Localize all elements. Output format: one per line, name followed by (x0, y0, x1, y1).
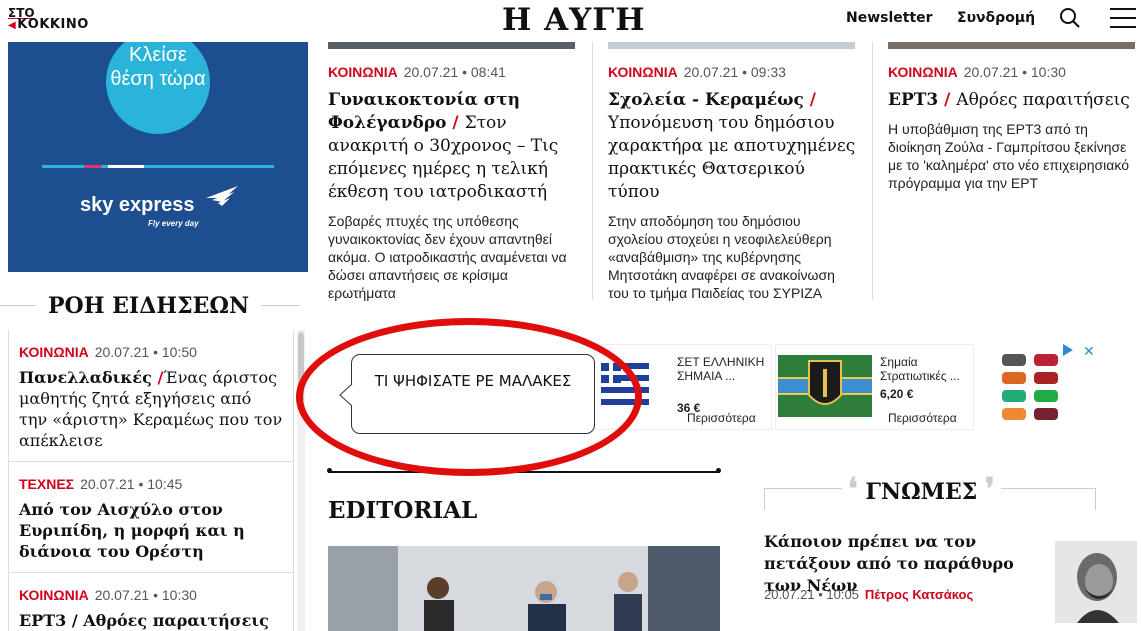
feed-item-datetime: 20.07.21 • 10:45 (80, 476, 183, 492)
subscription-link[interactable]: Συνδρομή (957, 10, 1035, 26)
article-meta: ΚΟΙΝΩΝΙΑ 20.07.21 • 09:33 (608, 64, 858, 80)
ad-tagline: Fly every day (148, 219, 199, 228)
close-quote-icon: ❜ (985, 472, 995, 507)
author-avatar[interactable] (1055, 541, 1137, 623)
feed-item[interactable]: ΚΟΙΝΩΝΙΑ 20.07.21 • 10:50 Πανελλαδικές /Έ… (9, 330, 293, 462)
article-category[interactable]: ΚΟΙΝΩΝΙΑ (888, 64, 958, 80)
feed-item-category[interactable]: ΚΟΙΝΩΝΙΑ (19, 344, 89, 360)
article-datetime: 20.07.21 • 10:30 (963, 64, 1066, 80)
feed-item-datetime: 20.07.21 • 10:30 (94, 587, 197, 603)
military-flag-image (778, 355, 872, 417)
article-lead: Σοβαρές πτυχές της υπόθεσης γυναικοκτονί… (328, 213, 567, 301)
product-ad-card[interactable]: Σημαία Στρατιωτικές ... 6,20 € Περισσότε… (775, 344, 974, 430)
close-icon[interactable]: ✕ (1083, 344, 1095, 360)
article-title: Σχολεία - Κεραμέως (608, 90, 804, 110)
ad-stripe (42, 165, 274, 168)
annotation-callout: ΤΙ ΨΗΦΙΣΑΤΕ ΡΕ ΜΑΛΑΚΕΣ (351, 354, 595, 434)
opinion-meta: 20.07.21 • 10:05 Πέτρος Κατσάκος (764, 587, 973, 602)
product-more-link[interactable]: Περισσότερα (687, 411, 756, 425)
feed-item[interactable]: ΚΟΙΝΩΝΙΑ 20.07.21 • 10:30 ΕΡΤ3 / Αθρόες π… (9, 573, 293, 631)
sto-kokkino-logo[interactable]: ΣΤΟ ◀ΚΟΚΚΙΝΟ (8, 7, 89, 32)
opinion-datetime: 20.07.21 • 10:05 (764, 587, 859, 602)
callout-tail (339, 384, 353, 406)
feed-item-headline[interactable]: Πανελλαδικές /Ένας άριστος μαθητής ζητά … (19, 367, 283, 451)
product-more-link[interactable]: Περισσότερα (888, 411, 957, 425)
article-title: ΕΡΤ3 (888, 90, 939, 110)
opinions-rule-left (764, 488, 765, 510)
ad-cta-circle: Κλείσε θέση τώρα (106, 42, 210, 134)
ad-choices-icon[interactable] (1063, 344, 1073, 356)
article-lead: Η υποβάθμιση της ΕΡΤ3 από τη διοίκηση Ζο… (888, 121, 1130, 191)
article-card[interactable]: ΚΟΙΝΩΝΙΑ 20.07.21 • 09:33 Σχολεία - Κεραμ… (608, 64, 858, 302)
article-card[interactable]: ΚΟΙΝΩΝΙΑ 20.07.21 • 08:41 Γυναικοκτονία σ… (328, 64, 576, 302)
feed-item-meta: ΚΟΙΝΩΝΙΑ 20.07.21 • 10:50 (19, 344, 283, 360)
article-datetime: 20.07.21 • 09:33 (683, 64, 786, 80)
hamburger-menu-icon[interactable] (1110, 8, 1136, 28)
article-headline[interactable]: Σχολεία - Κεραμέως / Υπονόμευση του δημό… (608, 89, 858, 204)
newsletter-link[interactable]: Newsletter (846, 10, 933, 26)
feed-item-headline[interactable]: ΕΡΤ3 / Αθρόες παραιτήσεις (19, 610, 283, 631)
open-quote-icon: ❛ (848, 472, 858, 507)
article-category[interactable]: ΚΟΙΝΩΝΙΑ (608, 64, 678, 80)
opinions-rule-right (1095, 488, 1096, 510)
product-name: Σημαία Στρατιωτικές ... (880, 355, 960, 383)
opinions-title-text: ΓΝΩΜΕΣ (865, 479, 978, 505)
column-divider (872, 42, 873, 300)
triangle-icon: ◀ (8, 20, 17, 31)
feed-item-meta: ΤΕΧΝΕΣ 20.07.21 • 10:45 (19, 476, 283, 492)
editorial-photo[interactable] (328, 546, 720, 631)
product-price: 6,20 € (880, 387, 914, 401)
page: ΣΤΟ ◀ΚΟΚΚΙΝΟ Η ΑΥΓΗ Newsletter Συνδρομή … (0, 0, 1141, 631)
column-divider (592, 42, 593, 300)
article-category[interactable]: ΚΟΙΝΩΝΙΑ (328, 64, 398, 80)
sto-logo-line2-text: ΚΟΚΚΙΝΟ (17, 17, 89, 32)
product-ad-card[interactable] (978, 344, 1096, 430)
feed-item-datetime: 20.07.21 • 10:50 (94, 344, 197, 360)
article-headline[interactable]: Γυναικοκτονία στη Φολέγανδρο / Στον ανακ… (328, 89, 576, 204)
ad-brand-name: sky express (80, 194, 195, 216)
article-meta: ΚΟΙΝΩΝΙΑ 20.07.21 • 10:30 (888, 64, 1141, 80)
article-card[interactable]: ΚΟΙΝΩΝΙΑ 20.07.21 • 10:30 ΕΡΤ3 / Αθρόες π… (888, 64, 1141, 192)
feed-item-meta: ΚΟΙΝΩΝΙΑ 20.07.21 • 10:30 (19, 587, 283, 603)
news-feed-title: ΡΟΗ ΕΙΔΗΣΕΩΝ (36, 293, 262, 319)
opinion-author[interactable]: Πέτρος Κατσάκος (865, 587, 973, 602)
article-datetime: 20.07.21 • 08:41 (403, 64, 506, 80)
sky-express-ad[interactable]: Κλείσε θέση τώρα sky express Fly every d… (8, 42, 308, 272)
product-name: ΣΕΤ ΕΛΛΗΝΙΚΗ ΣΗΜΑΙΑ ... (677, 355, 765, 383)
article-image[interactable] (608, 42, 855, 49)
article-lead: Στην αποδόμηση του δημόσιου σχολείου στο… (608, 213, 835, 301)
article-headline[interactable]: ΕΡΤ3 / Αθρόες παραιτήσεις (888, 89, 1141, 112)
article-meta: ΚΟΙΝΩΝΙΑ 20.07.21 • 08:41 (328, 64, 576, 80)
article-subtitle: Υπονόμευση του δημόσιου χαρακτήρα με απο… (608, 113, 856, 202)
sto-logo-line2: ◀ΚΟΚΚΙΝΟ (8, 17, 89, 32)
top-bar: ΣΤΟ ◀ΚΟΚΚΙΝΟ Η ΑΥΓΗ Newsletter Συνδρομή (0, 0, 1141, 42)
feed-item-category[interactable]: ΚΟΙΝΩΝΙΑ (19, 587, 89, 603)
news-feed[interactable]: ΚΟΙΝΩΝΙΑ 20.07.21 • 10:50 Πανελλαδικές /Έ… (8, 330, 294, 631)
editorial-title[interactable]: EDITORIAL (328, 497, 477, 524)
feed-item-headline[interactable]: Από τον Αισχύλο στον Ευριπίδη, η μορφή κ… (19, 499, 283, 562)
feed-item[interactable]: ΤΕΧΝΕΣ 20.07.21 • 10:45 Από τον Αισχύλο σ… (9, 462, 293, 573)
feed-item-category[interactable]: ΤΕΧΝΕΣ (19, 476, 74, 492)
plane-logo-icon (206, 186, 238, 206)
face-masks-image (1002, 354, 1058, 420)
site-logo[interactable]: Η ΑΥΓΗ (502, 2, 646, 38)
search-icon[interactable] (1059, 7, 1081, 29)
opinions-title: ❛ ΓΝΩΜΕΣ ❜ (842, 472, 1001, 507)
article-subtitle: Αθρόες παραιτήσεις (956, 90, 1130, 110)
article-image[interactable] (328, 42, 575, 49)
feed-item-title: Πανελλαδικές (19, 368, 152, 387)
article-image[interactable] (888, 42, 1135, 49)
